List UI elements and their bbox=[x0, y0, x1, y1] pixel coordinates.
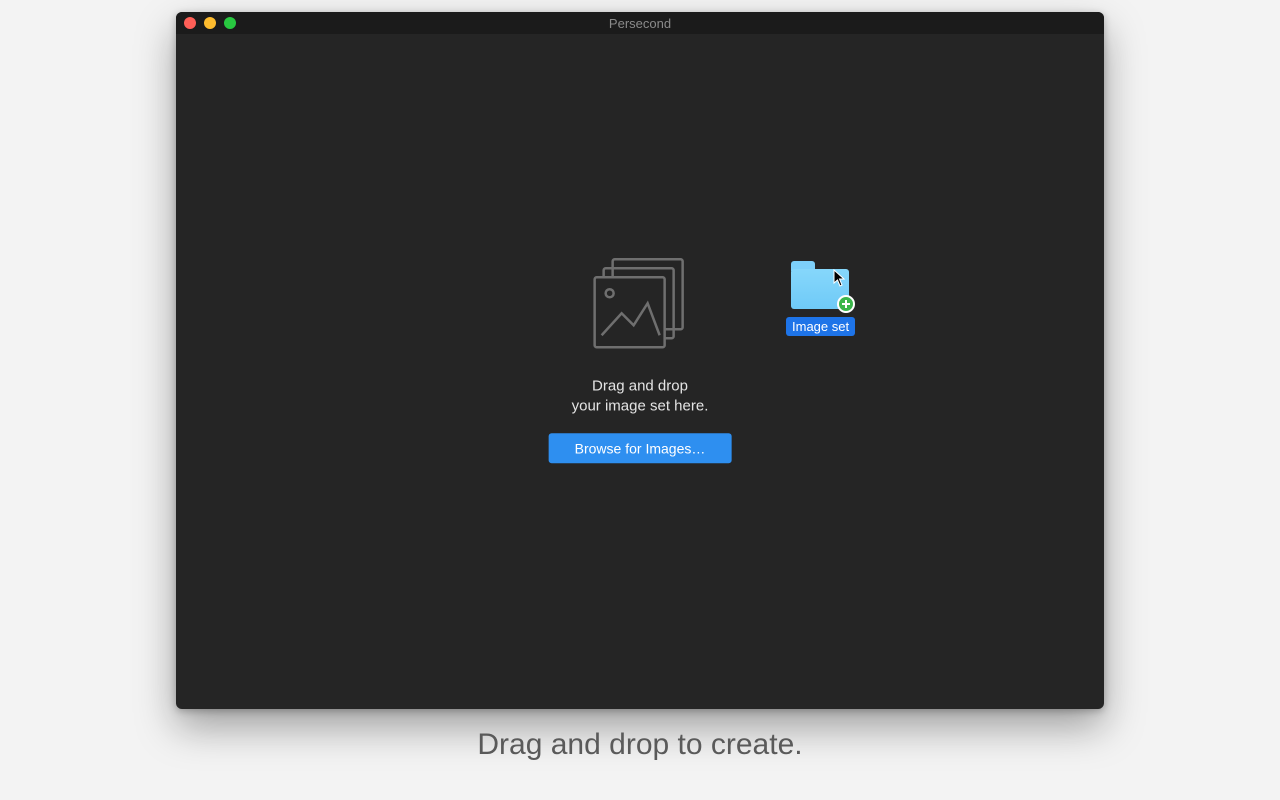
dragged-folder[interactable]: Image set bbox=[786, 261, 855, 336]
app-window: Persecond Drag and drop your image set h… bbox=[176, 12, 1104, 709]
folder-icon bbox=[791, 261, 851, 309]
page-caption: Drag and drop to create. bbox=[0, 728, 1280, 762]
dropzone[interactable]: Drag and drop your image set here. Brows… bbox=[549, 253, 732, 463]
titlebar: Persecond bbox=[176, 12, 1104, 34]
browse-button[interactable]: Browse for Images… bbox=[549, 433, 732, 463]
dropzone-instruction: Drag and drop your image set here. bbox=[572, 376, 709, 417]
dropzone-line2: your image set here. bbox=[572, 398, 709, 415]
image-stack-icon bbox=[590, 253, 690, 358]
close-window-button[interactable] bbox=[184, 17, 196, 29]
content-area[interactable]: Drag and drop your image set here. Brows… bbox=[176, 34, 1104, 709]
window-title: Persecond bbox=[609, 16, 671, 31]
plus-badge-icon bbox=[837, 295, 855, 313]
dropzone-line1: Drag and drop bbox=[592, 377, 688, 394]
dragged-folder-label: Image set bbox=[786, 317, 855, 336]
minimize-window-button[interactable] bbox=[204, 17, 216, 29]
traffic-lights bbox=[184, 17, 236, 29]
maximize-window-button[interactable] bbox=[224, 17, 236, 29]
cursor-icon bbox=[833, 269, 847, 287]
